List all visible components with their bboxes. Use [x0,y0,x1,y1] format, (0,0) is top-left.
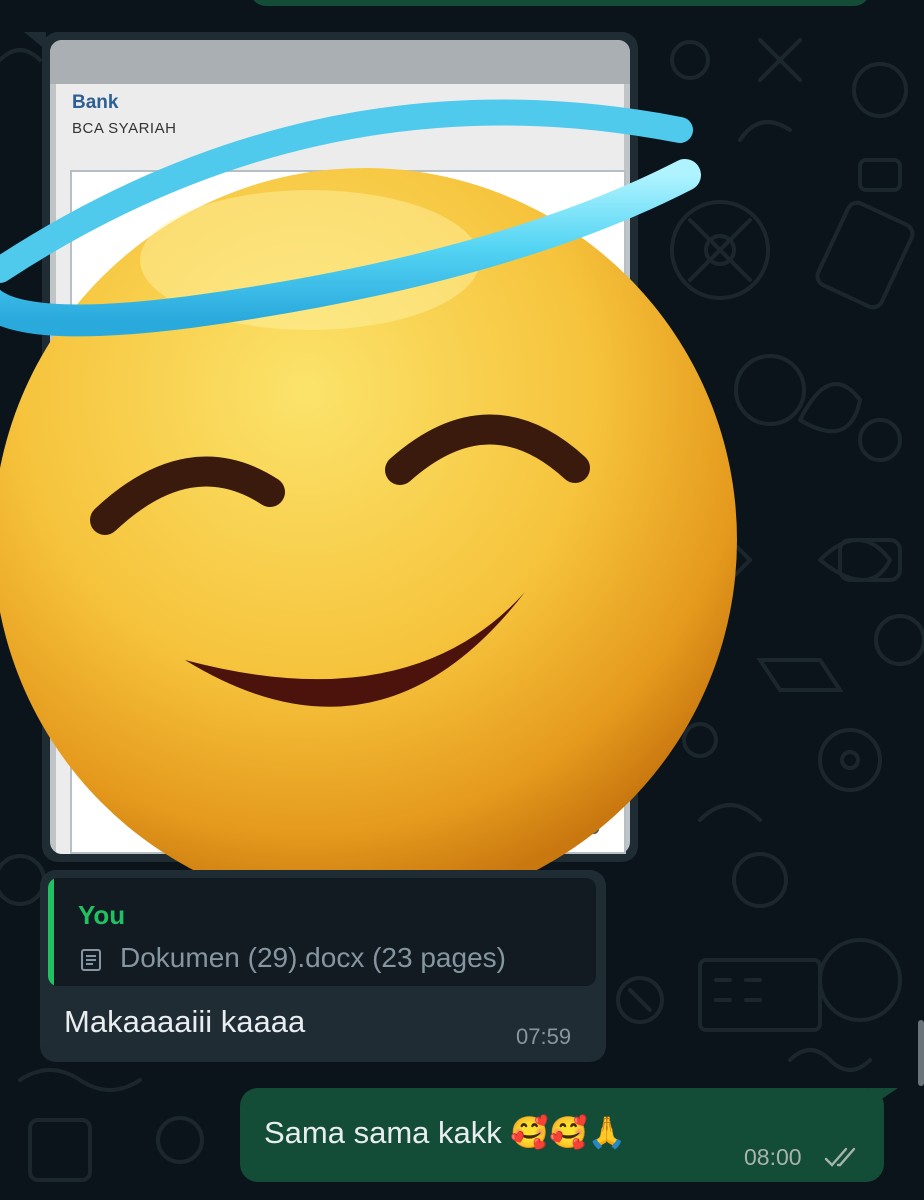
message-time: 07:59 [516,1024,572,1049]
previous-outgoing-message[interactable] [250,0,870,6]
outgoing-message-time: 08:00 [744,1144,802,1170]
message-text: Makaaaaiii kaaaa [64,1004,306,1039]
scrollbar[interactable] [918,1020,924,1086]
quoted-document-name: Dokumen (29).docx (23 pages) [120,942,506,973]
smiling-face-with-halo-icon [0,80,760,940]
attachment-topbar [50,40,630,84]
quoted-message[interactable]: You Dokumen (29).docx (23 pages) [48,878,596,986]
document-icon [81,949,101,971]
quote-accent-bar [48,878,54,986]
read-receipt-icon [824,1147,856,1167]
outgoing-message-text: Sama sama kakk 🥰🥰🙏 [264,1115,627,1150]
quoted-author: You [78,900,126,930]
